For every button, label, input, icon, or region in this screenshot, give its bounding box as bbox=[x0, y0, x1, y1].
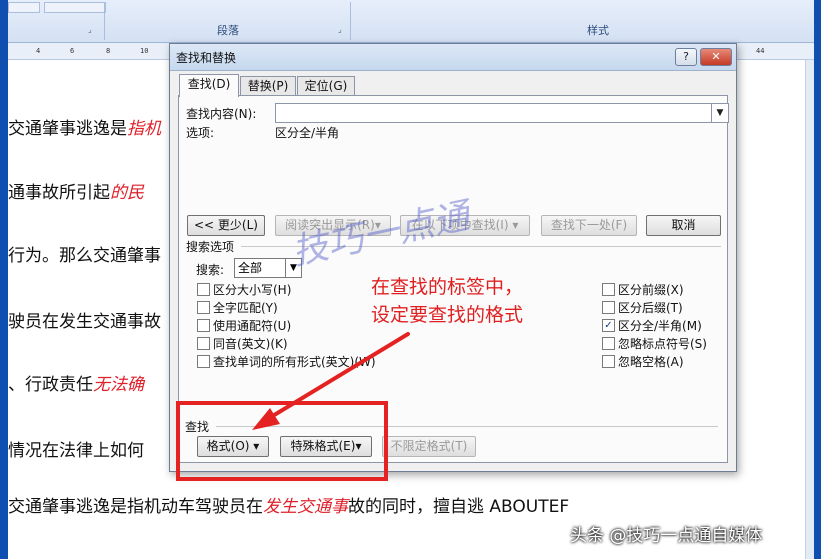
search-direction-label: 搜索: bbox=[196, 263, 225, 277]
document-line: 、行政责任无法确 bbox=[8, 375, 144, 395]
ignore-punctuation-label[interactable]: 忽略标点符号(S) bbox=[618, 335, 707, 352]
match-case-checkbox[interactable] bbox=[197, 283, 210, 296]
find-history-dropdown-icon[interactable]: ▼ bbox=[711, 104, 728, 122]
search-direction-select[interactable]: 全部 ▼ bbox=[234, 258, 302, 278]
all-word-forms-checkbox[interactable] bbox=[197, 355, 210, 368]
annotation-line-1: 在查找的标签中， bbox=[371, 276, 524, 298]
tab-replace[interactable]: 替换(P) bbox=[240, 76, 296, 96]
wildcards-checkbox[interactable] bbox=[197, 319, 210, 332]
whole-word-checkbox[interactable] bbox=[197, 301, 210, 314]
annotation-arrow-icon bbox=[252, 332, 410, 430]
find-next-button[interactable]: 查找下一处(F) bbox=[541, 215, 637, 236]
ribbon-separator bbox=[104, 2, 105, 40]
document-line: 交通肇事逃逸是指机 bbox=[8, 119, 161, 139]
tab-goto[interactable]: 定位(G) bbox=[297, 76, 355, 96]
document-line: 交通肇事逃逸是指机动车驾驶员在发生交通事故的同时，擅自逃 ABOUTEF bbox=[8, 497, 570, 517]
document-line: 通事故所引起的民 bbox=[8, 183, 144, 203]
ruler-mark: 8 bbox=[106, 47, 111, 55]
close-button[interactable]: ✕ bbox=[700, 48, 732, 66]
help-button[interactable]: ? bbox=[675, 48, 697, 66]
document-line: 行为。那么交通肇事 bbox=[8, 246, 161, 266]
ruler-mark: 4 bbox=[36, 47, 41, 55]
ribbon-button[interactable] bbox=[44, 2, 106, 13]
options-value: 区分全/半角 bbox=[275, 126, 340, 140]
vertical-scrollbar[interactable] bbox=[805, 60, 814, 559]
font-group-launcher-icon[interactable]: ⌟ bbox=[88, 25, 97, 34]
match-prefix-checkbox[interactable] bbox=[602, 283, 615, 296]
match-prefix-label[interactable]: 区分前缀(X) bbox=[618, 281, 684, 298]
find-what-label: 查找内容(N): bbox=[186, 107, 257, 121]
match-suffix-label[interactable]: 区分后缀(T) bbox=[618, 299, 683, 316]
paragraph-group-label: 段落 bbox=[217, 24, 239, 37]
options-label: 选项: bbox=[186, 126, 215, 140]
ruler-mark: 6 bbox=[70, 47, 75, 55]
ruler-mark: 44 bbox=[756, 47, 765, 55]
ignore-space-checkbox[interactable] bbox=[602, 355, 615, 368]
ribbon-button[interactable] bbox=[8, 2, 40, 13]
document-line: 驶员在发生交通事故 bbox=[8, 312, 161, 332]
ribbon-separator bbox=[350, 2, 351, 40]
match-case-label[interactable]: 区分大小写(H) bbox=[213, 281, 291, 298]
document-line: 情况在法律上如何 bbox=[8, 441, 144, 461]
whole-word-label[interactable]: 全字匹配(Y) bbox=[213, 299, 278, 316]
dialog-title: 查找和替换 bbox=[176, 51, 237, 65]
search-direction-value: 全部 bbox=[238, 261, 263, 275]
match-width-checkbox[interactable]: ✓ bbox=[602, 319, 615, 332]
ribbon: ⌟ 段落 ⌟ 样式 bbox=[8, 0, 814, 43]
find-what-input[interactable]: ▼ bbox=[275, 103, 729, 123]
cancel-button[interactable]: 取消 bbox=[646, 215, 721, 236]
dialog-titlebar[interactable]: 查找和替换 ? ✕ bbox=[170, 44, 736, 71]
styles-group-label: 样式 bbox=[587, 24, 609, 37]
match-width-label[interactable]: 区分全/半角(M) bbox=[618, 317, 702, 334]
paragraph-group-launcher-icon[interactable]: ⌟ bbox=[338, 25, 347, 34]
ruler-mark: 10 bbox=[140, 47, 149, 55]
sounds-like-checkbox[interactable] bbox=[197, 337, 210, 350]
search-options-title: 搜索选项 bbox=[186, 240, 235, 254]
less-button[interactable]: << 更少(L) bbox=[187, 215, 265, 236]
ignore-punctuation-checkbox[interactable] bbox=[602, 337, 615, 350]
tab-find[interactable]: 查找(D) bbox=[179, 74, 239, 97]
credit-text: 头条 @技巧一点通自媒体 bbox=[570, 526, 763, 546]
ignore-space-label[interactable]: 忽略空格(A) bbox=[618, 353, 684, 370]
match-suffix-checkbox[interactable] bbox=[602, 301, 615, 314]
